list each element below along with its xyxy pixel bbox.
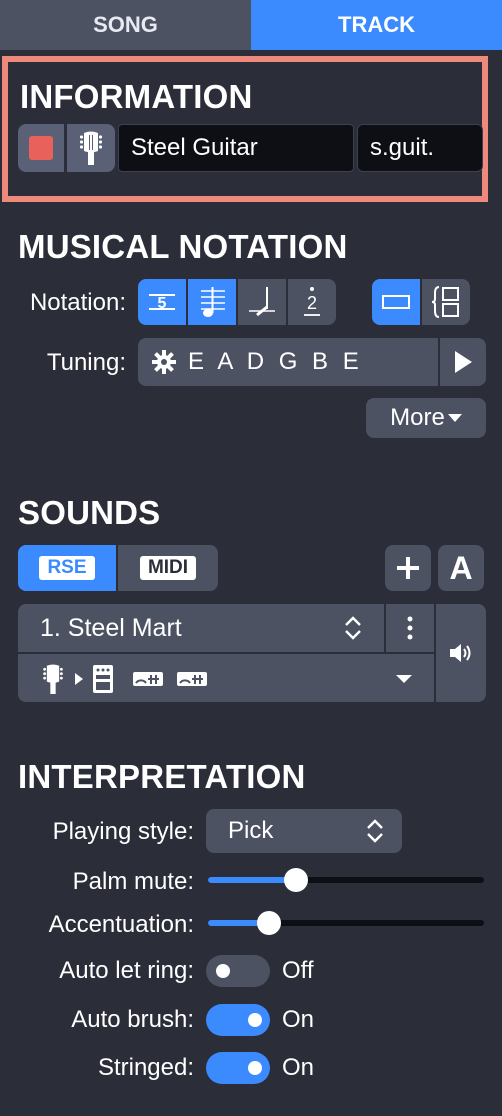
auto-let-ring-state: Off bbox=[282, 957, 314, 984]
automation-label: A bbox=[449, 549, 473, 586]
tuning-play-button[interactable] bbox=[440, 338, 486, 386]
toggle-knob bbox=[248, 1013, 262, 1027]
sound-selector[interactable]: 1. Steel Mart bbox=[18, 604, 384, 652]
auto-let-ring-label: Auto let ring: bbox=[59, 957, 194, 984]
tuning-value: E A D G B E bbox=[188, 348, 363, 375]
tuning-label: Tuning: bbox=[46, 349, 126, 376]
auto-brush-toggle[interactable] bbox=[206, 1004, 270, 1036]
auto-brush-label: Auto brush: bbox=[71, 1006, 194, 1033]
tuning-control: E A D G B E bbox=[138, 338, 486, 386]
add-sound-button[interactable] bbox=[385, 545, 431, 591]
track-name-field[interactable]: Steel Guitar bbox=[118, 124, 354, 172]
information-row: Steel Guitar s.guit. bbox=[18, 124, 483, 174]
slider-thumb[interactable] bbox=[284, 868, 309, 892]
single-staff-icon bbox=[381, 292, 411, 312]
track-short-name-field[interactable]: s.guit. bbox=[357, 124, 483, 172]
sounds-title: SOUNDS bbox=[18, 494, 161, 531]
slider-fill bbox=[208, 877, 297, 883]
instrument-button[interactable] bbox=[67, 124, 115, 172]
standard-notation-icon bbox=[197, 285, 227, 319]
arrow-right-icon bbox=[74, 672, 84, 686]
slider-thumb[interactable] bbox=[256, 911, 281, 935]
palm-mute-slider[interactable] bbox=[208, 868, 484, 892]
numbered-notation-button[interactable]: 2 bbox=[288, 279, 336, 325]
plus-icon bbox=[396, 556, 420, 580]
sound-options-button[interactable] bbox=[386, 604, 434, 652]
playing-style-value: Pick bbox=[228, 817, 274, 844]
tab-song[interactable]: SONG bbox=[0, 0, 251, 50]
tablature-notation-button[interactable]: 5 bbox=[138, 279, 186, 325]
more-label: More bbox=[390, 404, 445, 431]
auto-brush-state: On bbox=[282, 1006, 315, 1033]
midi-label: MIDI bbox=[139, 556, 197, 580]
auto-let-ring-toggle[interactable] bbox=[206, 955, 270, 987]
vertical-ellipsis-icon bbox=[407, 616, 413, 640]
information-section: INFORMATION Steel Guitar s.guit. bbox=[2, 56, 488, 202]
guitar-headstock-icon bbox=[42, 664, 64, 694]
caret-down-icon bbox=[447, 413, 462, 423]
playing-style-select[interactable]: Pick bbox=[206, 809, 402, 853]
caret-down-icon bbox=[396, 674, 412, 684]
track-color-button[interactable] bbox=[18, 124, 64, 172]
slash-notation-button[interactable] bbox=[238, 279, 286, 325]
notation-type-group: 5 2 bbox=[138, 279, 336, 325]
musical-notation-title: MUSICAL NOTATION bbox=[18, 228, 348, 265]
speaker-icon bbox=[449, 642, 473, 664]
rse-button[interactable]: RSE bbox=[18, 545, 116, 591]
sound-engine-toggle: RSE MIDI bbox=[18, 545, 218, 591]
multi-staff-brace-icon bbox=[431, 285, 461, 319]
sound-volume-button[interactable] bbox=[436, 604, 486, 702]
guitar-headstock-icon bbox=[80, 131, 102, 165]
tab-track[interactable]: TRACK bbox=[251, 0, 502, 50]
stringed-toggle[interactable] bbox=[206, 1052, 270, 1084]
staff-layout-group bbox=[372, 279, 470, 325]
toggle-knob bbox=[248, 1061, 262, 1075]
svg-text:2: 2 bbox=[307, 293, 317, 313]
svg-text:5: 5 bbox=[158, 295, 167, 312]
up-down-chevron-icon bbox=[344, 616, 362, 640]
sound-card: 1. Steel Mart bbox=[18, 604, 486, 702]
play-icon bbox=[453, 350, 473, 374]
information-title: INFORMATION bbox=[20, 78, 253, 115]
midi-button[interactable]: MIDI bbox=[118, 545, 218, 591]
eq-effect-icon-2 bbox=[176, 670, 208, 688]
panel-tabs: SONG TRACK bbox=[0, 0, 502, 50]
standard-notation-button[interactable] bbox=[188, 279, 236, 325]
gear-icon bbox=[152, 350, 176, 374]
up-down-chevron-icon bbox=[366, 819, 384, 843]
stringed-state: On bbox=[282, 1054, 315, 1081]
palm-mute-label: Palm mute: bbox=[72, 868, 194, 895]
single-staff-button[interactable] bbox=[372, 279, 420, 325]
stringed-label: Stringed: bbox=[97, 1054, 194, 1081]
toggle-knob bbox=[216, 964, 230, 978]
slash-notation-icon bbox=[247, 285, 277, 319]
accentuation-label: Accentuation: bbox=[48, 911, 194, 938]
more-button[interactable]: More bbox=[366, 398, 486, 438]
sound-name: 1. Steel Mart bbox=[40, 613, 182, 642]
accentuation-slider[interactable] bbox=[208, 911, 484, 935]
track-color-swatch bbox=[29, 136, 53, 160]
numbered-notation-icon: 2 bbox=[297, 285, 327, 319]
amp-icon bbox=[92, 664, 114, 694]
signal-chain[interactable] bbox=[18, 654, 434, 702]
interpretation-title: INTERPRETATION bbox=[18, 758, 306, 795]
notation-label: Notation: bbox=[29, 289, 126, 316]
rse-label: RSE bbox=[39, 556, 95, 580]
tuning-button[interactable]: E A D G B E bbox=[138, 338, 438, 386]
playing-style-label: Playing style: bbox=[52, 818, 194, 845]
multi-staff-button[interactable] bbox=[422, 279, 470, 325]
tablature-icon: 5 bbox=[147, 287, 177, 317]
eq-effect-icon bbox=[132, 670, 164, 688]
automation-button[interactable]: A bbox=[438, 545, 484, 591]
